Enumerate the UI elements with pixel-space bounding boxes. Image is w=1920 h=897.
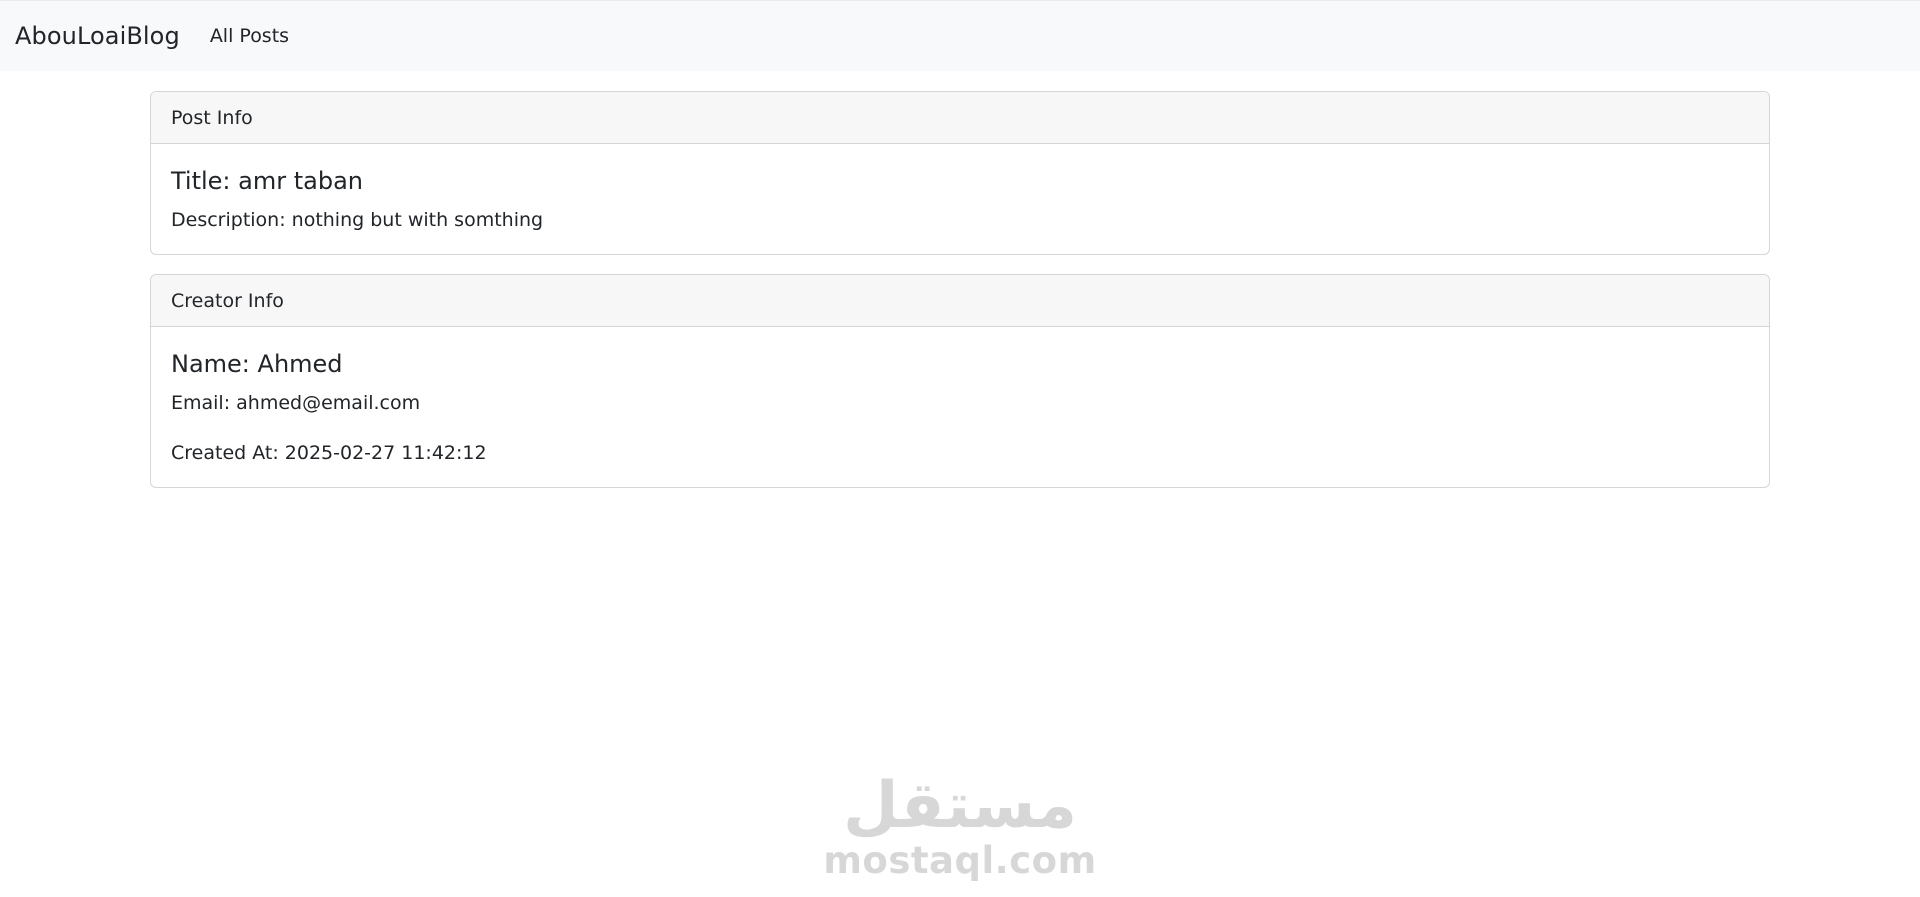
post-info-header: Post Info — [151, 92, 1769, 144]
creator-info-card: Creator Info Name: Ahmed Email: ahmed@em… — [150, 274, 1770, 488]
creator-email: Email: ahmed@email.com — [171, 392, 421, 414]
post-info-body: Title: amr taban Description: nothing bu… — [151, 144, 1769, 232]
navbar: AbouLoaiBlog All Posts — [0, 0, 1920, 71]
post-info-card: Post Info Title: amr taban Description: … — [150, 91, 1770, 255]
post-title: Title: amr taban — [171, 167, 363, 195]
creator-name: Name: Ahmed — [171, 350, 343, 378]
creator-info-body: Name: Ahmed Email: ahmed@email.com Creat… — [151, 327, 1769, 465]
mostaql-watermark: مستقل mostaql.com — [823, 769, 1096, 880]
creator-created-at: Created At: 2025-02-27 11:42:12 — [171, 442, 487, 464]
watermark-arabic-text: مستقل — [842, 769, 1078, 843]
post-description: Description: nothing but with somthing — [171, 209, 544, 231]
navbar-brand[interactable]: AbouLoaiBlog — [15, 22, 180, 50]
watermark-latin-text: mostaql.com — [823, 839, 1097, 882]
creator-info-header: Creator Info — [151, 275, 1769, 327]
nav-link-all-posts[interactable]: All Posts — [210, 25, 289, 47]
